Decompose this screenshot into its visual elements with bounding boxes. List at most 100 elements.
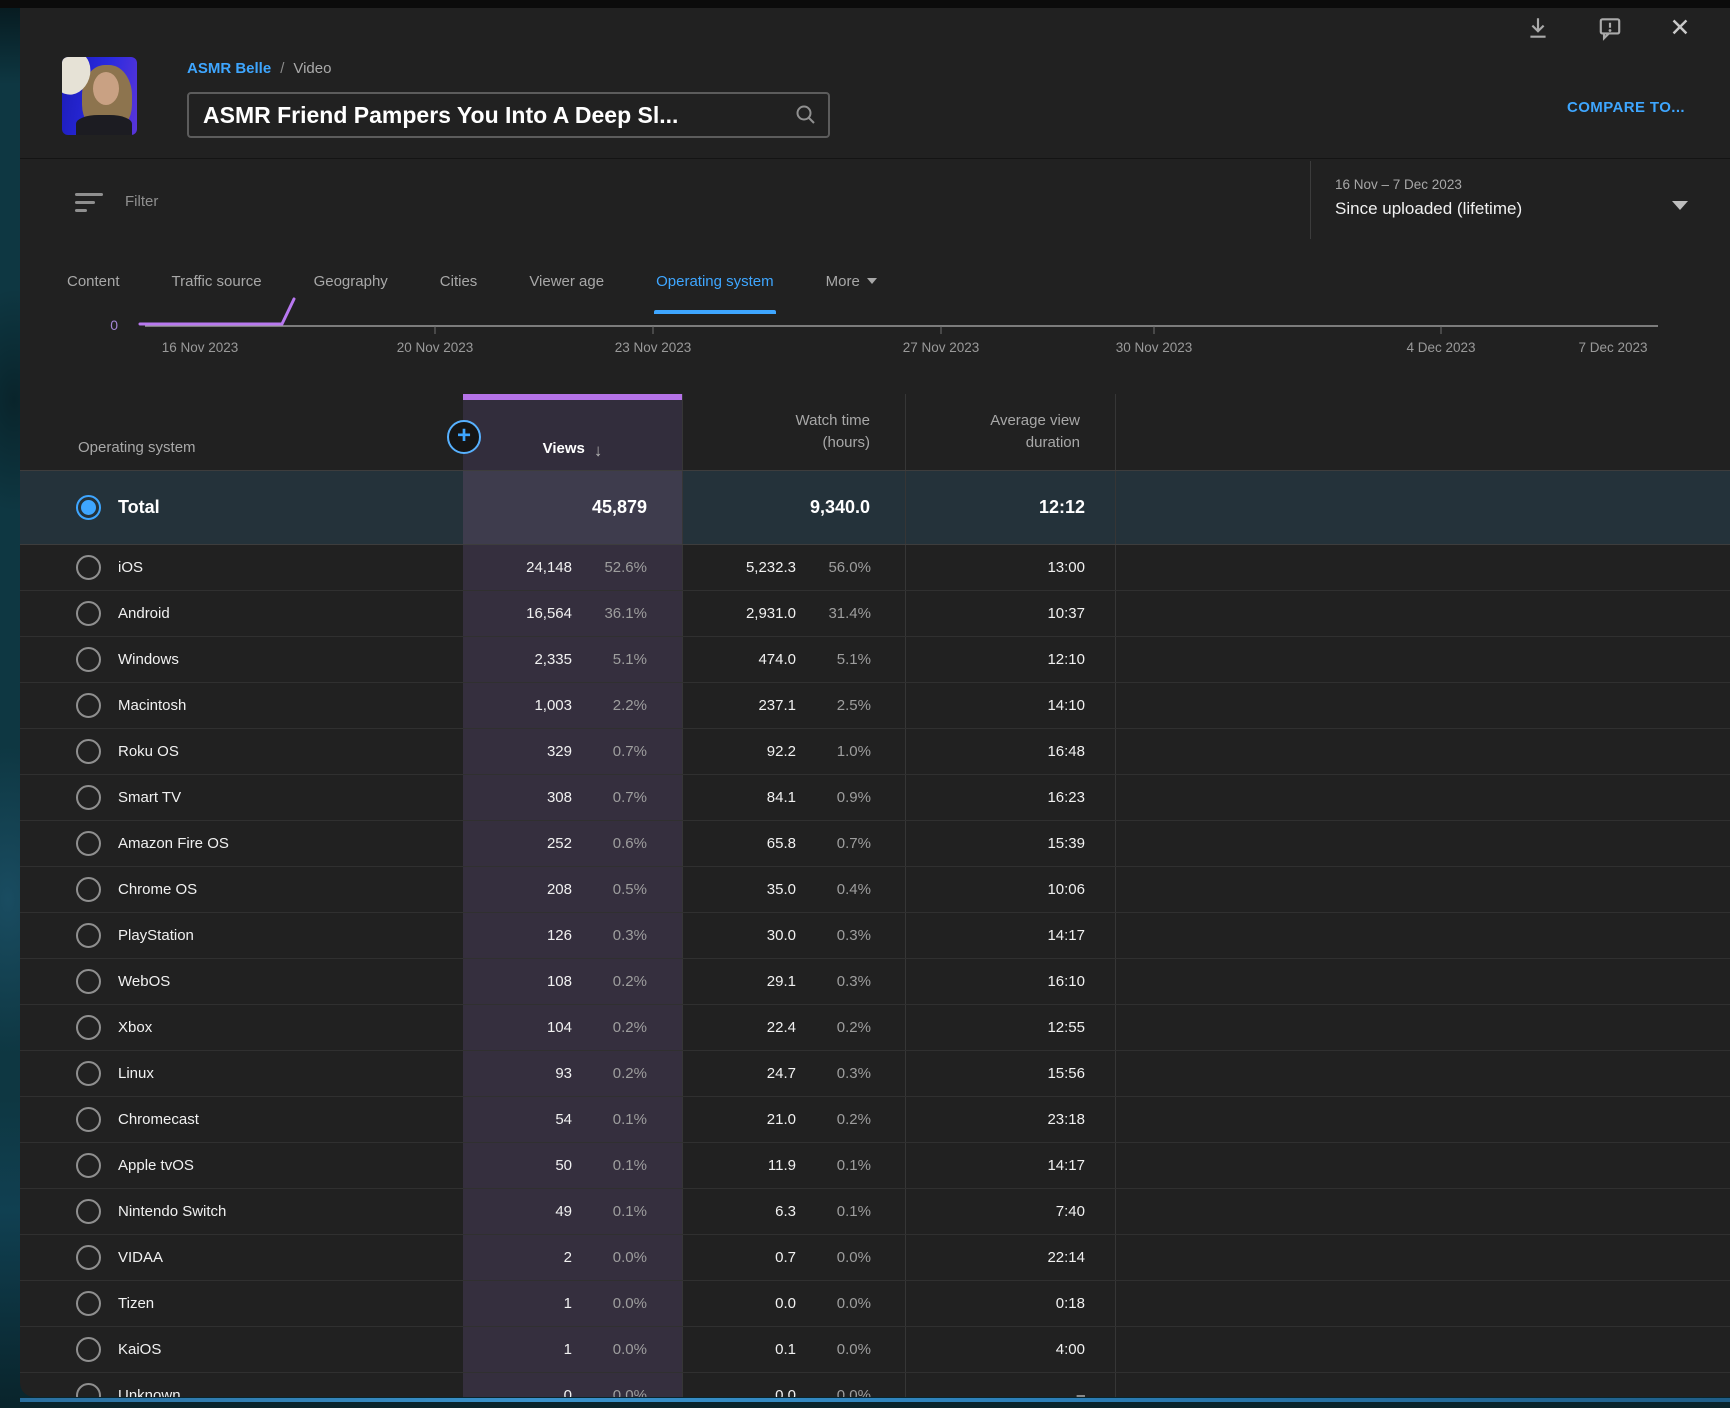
os-label-cell: Xbox (20, 1005, 463, 1050)
views-percent: 0.0% (572, 1387, 647, 1397)
watch-time-value: 2,931.0 (683, 605, 796, 622)
views-cell: 20.0% (463, 1235, 682, 1280)
views-cell: 1260.3% (463, 913, 682, 958)
avg-duration-cell: 0:18 (905, 1281, 1115, 1326)
radio-button[interactable] (76, 877, 101, 902)
radio-button[interactable] (76, 1383, 101, 1397)
table-row-macintosh[interactable]: Macintosh1,0032.2%237.12.5%14:10 (20, 683, 1730, 729)
thumbnail-art (76, 115, 132, 135)
radio-button[interactable] (76, 1153, 101, 1178)
watch-time-percent: 0.1% (796, 1203, 871, 1220)
table-row-webos[interactable]: WebOS1080.2%29.10.3%16:10 (20, 959, 1730, 1005)
radio-button[interactable] (76, 831, 101, 856)
radio-button[interactable] (76, 785, 101, 810)
radio-button[interactable] (76, 1015, 101, 1040)
views-percent: 0.2% (572, 973, 647, 990)
video-title: ASMR Friend Pampers You Into A Deep Sl..… (203, 102, 794, 129)
table-row-roku-os[interactable]: Roku OS3290.7%92.21.0%16:48 (20, 729, 1730, 775)
views-value: 1 (463, 1341, 572, 1358)
radio-button[interactable] (76, 601, 101, 626)
os-label-cell: Unknown (20, 1373, 463, 1397)
views-percent: 0.1% (572, 1157, 647, 1174)
avg-duration-cell: 14:10 (905, 683, 1115, 728)
views-value: 252 (463, 835, 572, 852)
os-label-cell: Nintendo Switch (20, 1189, 463, 1234)
column-header-views[interactable]: Views ↓ (463, 394, 682, 470)
table-row-playstation[interactable]: PlayStation1260.3%30.00.3%14:17 (20, 913, 1730, 959)
os-label: Amazon Fire OS (118, 835, 229, 852)
radio-button[interactable] (76, 923, 101, 948)
table-row-unknown[interactable]: Unknown00.0%0.00.0%– (20, 1373, 1730, 1397)
radio-button-selected[interactable] (76, 495, 101, 520)
filter-button[interactable] (75, 189, 105, 215)
radio-button[interactable] (76, 1245, 101, 1270)
os-label-cell: Chromecast (20, 1097, 463, 1142)
watch-time-percent: 31.4% (796, 605, 871, 622)
avg-duration-cell: 16:23 (905, 775, 1115, 820)
radio-button[interactable] (76, 647, 101, 672)
entity-search-box[interactable]: ASMR Friend Pampers You Into A Deep Sl..… (187, 92, 830, 138)
radio-button[interactable] (76, 1291, 101, 1316)
views-percent: 52.6% (572, 559, 647, 576)
table-row-windows[interactable]: Windows2,3355.1%474.05.1%12:10 (20, 637, 1730, 683)
os-label: Nintendo Switch (118, 1203, 226, 1220)
watch-time-value: 0.0 (683, 1387, 796, 1397)
table-row-xbox[interactable]: Xbox1040.2%22.40.2%12:55 (20, 1005, 1730, 1051)
table-row-apple-tvos[interactable]: Apple tvOS500.1%11.90.1%14:17 (20, 1143, 1730, 1189)
views-percent: 0.7% (572, 789, 647, 806)
watch-time-percent: 56.0% (796, 559, 871, 576)
thumbnail-art (93, 72, 119, 105)
watch-time-percent: 0.0% (796, 1249, 871, 1266)
views-cell: 500.1% (463, 1143, 682, 1188)
date-range-picker[interactable]: 16 Nov – 7 Dec 2023 Since uploaded (life… (1310, 161, 1730, 239)
radio-button[interactable] (76, 1199, 101, 1224)
breadcrumb-separator: / (280, 60, 284, 77)
breadcrumb-channel-link[interactable]: ASMR Belle (187, 60, 271, 77)
radio-button[interactable] (76, 693, 101, 718)
radio-button[interactable] (76, 1337, 101, 1362)
column-header-watch-time[interactable]: Watch time (hours) (682, 394, 905, 470)
table-row-tizen[interactable]: Tizen10.0%0.00.0%0:18 (20, 1281, 1730, 1327)
table-row-linux[interactable]: Linux930.2%24.70.3%15:56 (20, 1051, 1730, 1097)
watch-time-value: 11.9 (683, 1157, 796, 1174)
os-label-cell: Tizen (20, 1281, 463, 1326)
radio-button[interactable] (76, 1061, 101, 1086)
table-row-chromecast[interactable]: Chromecast540.1%21.00.2%23:18 (20, 1097, 1730, 1143)
table-row-amazon-fire-os[interactable]: Amazon Fire OS2520.6%65.80.7%15:39 (20, 821, 1730, 867)
add-metric-button[interactable]: + (447, 420, 481, 454)
views-cell: 3080.7% (463, 775, 682, 820)
radio-button[interactable] (76, 739, 101, 764)
watch-time-cell: 30.00.3% (682, 913, 905, 958)
views-value: 208 (463, 881, 572, 898)
total-views-cell: 45,879 (463, 471, 682, 544)
x-axis-labels: 16 Nov 202320 Nov 202323 Nov 202327 Nov … (162, 326, 1648, 355)
table-row-chrome-os[interactable]: Chrome OS2080.5%35.00.4%10:06 (20, 867, 1730, 913)
close-button[interactable]: ✕ (1662, 10, 1698, 46)
filter-label[interactable]: Filter (125, 193, 158, 210)
feedback-button[interactable] (1592, 10, 1628, 46)
video-thumbnail[interactable] (62, 57, 137, 135)
os-label-cell: Linux (20, 1051, 463, 1096)
column-header-dimension[interactable]: Operating system (20, 394, 463, 470)
compare-to-button[interactable]: COMPARE TO... (1567, 99, 1685, 116)
radio-button[interactable] (76, 969, 101, 994)
os-label: Chrome OS (118, 881, 197, 898)
table-row-total[interactable]: Total 45,879 9,340.0 12:12 (20, 470, 1730, 545)
watch-time-cell: 5,232.356.0% (682, 545, 905, 590)
total-watch-cell: 9,340.0 (682, 471, 905, 544)
views-cell: 2,3355.1% (463, 637, 682, 682)
x-axis-label: 23 Nov 2023 (615, 340, 692, 355)
table-row-ios[interactable]: iOS24,14852.6%5,232.356.0%13:00 (20, 545, 1730, 591)
radio-button[interactable] (76, 555, 101, 580)
os-label: WebOS (118, 973, 170, 990)
download-button[interactable] (1520, 10, 1556, 46)
table-row-android[interactable]: Android16,56436.1%2,931.031.4%10:37 (20, 591, 1730, 637)
views-percent: 0.1% (572, 1111, 647, 1128)
views-timeline-chart[interactable]: 0 16 Nov 202320 Nov 202323 Nov 202327 No… (20, 296, 1730, 358)
table-row-nintendo-switch[interactable]: Nintendo Switch490.1%6.30.1%7:40 (20, 1189, 1730, 1235)
radio-button[interactable] (76, 1107, 101, 1132)
table-row-kaios[interactable]: KaiOS10.0%0.10.0%4:00 (20, 1327, 1730, 1373)
table-row-smart-tv[interactable]: Smart TV3080.7%84.10.9%16:23 (20, 775, 1730, 821)
table-row-vidaa[interactable]: VIDAA20.0%0.70.0%22:14 (20, 1235, 1730, 1281)
column-header-avg-duration[interactable]: Average view duration (905, 394, 1115, 470)
